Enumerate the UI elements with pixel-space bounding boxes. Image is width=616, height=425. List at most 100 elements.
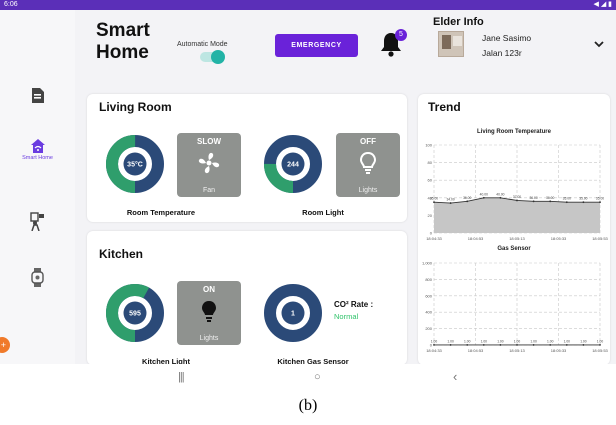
nav-item-label: Smart Home	[22, 155, 53, 161]
data-label: 37.00	[513, 195, 521, 199]
gas-chart-title: Gas Sensor	[497, 246, 531, 252]
x-tick-label: 18:05:33	[551, 236, 567, 241]
fan-tile[interactable]: SLOW Fan	[177, 133, 241, 197]
room-temperature-caption: Room Temperature	[126, 208, 196, 217]
figure-caption: (b)	[298, 397, 318, 414]
person-device-icon	[30, 212, 44, 231]
y-tick-label: 1,000	[422, 261, 433, 266]
page-title-line1: Smart	[96, 20, 150, 41]
gauge-value: 244	[287, 162, 299, 169]
side-nav: Smart Home +	[0, 10, 75, 364]
data-label: 36.00	[546, 196, 554, 200]
x-tick-label: 18:05:53	[592, 348, 608, 353]
gauge-value: 35°C	[127, 161, 143, 169]
home-button[interactable]: ○	[314, 371, 321, 383]
data-label: 1.00	[564, 339, 571, 343]
data-point	[516, 199, 518, 202]
room-light-gauge: 244	[264, 135, 322, 193]
status-icons: ◀ ◢ ▮	[593, 1, 612, 8]
lightbulb-outline-icon	[359, 151, 377, 174]
fan-label: Fan	[202, 187, 216, 194]
kitchen-lights-state: ON	[203, 285, 215, 294]
data-point	[482, 196, 485, 199]
data-label: 1.00	[481, 339, 488, 343]
elder-info-panel[interactable]: Elder Info Jane Sasimo Jalan 123r	[430, 16, 610, 80]
automatic-mode-label: Automatic Mode	[177, 41, 228, 48]
elder-address: Jalan 123r	[482, 48, 522, 58]
automatic-mode-toggle[interactable]	[200, 50, 225, 64]
living-room-lights-label: Lights	[358, 187, 378, 194]
data-point	[466, 200, 469, 203]
room-temperature-gauge: 35°C	[106, 135, 164, 193]
x-tick-label: 18:05:13	[509, 348, 525, 353]
chevron-down-icon[interactable]	[594, 40, 604, 48]
data-label: 40.00	[496, 192, 504, 196]
fan-state: SLOW	[197, 137, 221, 146]
kitchen-title: Kitchen	[99, 247, 144, 261]
data-label: 35.00	[563, 197, 571, 201]
nav-item-wearable[interactable]	[0, 268, 75, 287]
living-room-card: Living Room 35°C SLOW Fan Room Temperatu…	[87, 94, 407, 222]
y-tick-label: 600	[425, 293, 432, 298]
y-tick-label: 800	[425, 277, 432, 282]
elder-name: Jane Sasimo	[482, 33, 532, 43]
data-label: 40.00	[480, 192, 488, 196]
nav-item-elder-device[interactable]	[0, 212, 75, 231]
kitchen-lights-tile[interactable]: ON Lights	[177, 281, 241, 345]
page-title: Smart Home	[96, 20, 176, 64]
y-tick-label: 100	[425, 143, 432, 148]
data-point	[532, 344, 535, 346]
gauge-value: 1	[291, 311, 295, 318]
app-window: Smart Home + Smart Home Automatic Mode E…	[0, 10, 616, 366]
data-label: 1.00	[547, 339, 554, 343]
lightbulb-filled-icon	[202, 301, 216, 322]
data-point	[582, 344, 585, 346]
gauge-value: 595	[129, 311, 141, 318]
data-label: 1.00	[580, 339, 587, 343]
living-room-lights-tile[interactable]: OFF Lights	[336, 133, 400, 197]
data-label: 1.00	[530, 339, 537, 343]
emergency-button[interactable]: EMERGENCY	[275, 34, 358, 57]
data-point	[449, 202, 452, 204]
data-point	[499, 344, 502, 346]
document-icon	[32, 88, 44, 103]
data-point	[549, 200, 552, 203]
data-point	[565, 344, 568, 346]
nav-item-smart-home[interactable]: Smart Home	[0, 138, 75, 161]
data-label: 35.00	[430, 197, 438, 201]
co2-rate-status: Normal	[334, 312, 359, 321]
data-point	[433, 344, 435, 346]
elder-photo	[438, 31, 464, 57]
data-label: 36.00	[463, 196, 471, 200]
nav-item-documents[interactable]	[0, 88, 75, 103]
temperature-chart-title: Living Room Temperature	[477, 129, 551, 135]
smart-home-icon	[30, 139, 45, 153]
data-point	[549, 344, 552, 346]
data-point	[466, 344, 469, 346]
kitchen-light-gauge: 595	[106, 284, 164, 342]
recents-button[interactable]: |||	[178, 371, 185, 383]
data-point	[599, 344, 601, 346]
data-point	[449, 344, 452, 346]
elder-info-title: Elder Info	[433, 16, 484, 28]
back-button[interactable]: ‹	[453, 369, 457, 384]
page-title-line2: Home	[96, 42, 149, 63]
notification-badge: 5	[395, 29, 407, 41]
kitchen-lights-label: Lights	[199, 335, 219, 342]
data-label: 1.00	[447, 339, 454, 343]
series-area	[434, 197, 600, 233]
data-label: 1.00	[431, 339, 438, 343]
y-tick-label: 20	[428, 213, 433, 218]
x-tick-label: 18:04:53	[468, 236, 484, 241]
room-light-caption: Room Light	[302, 208, 344, 217]
y-tick-label: 400	[425, 310, 432, 315]
gas-chart: 02004006008001,00018:04:33 18:04:53 18:05:…	[422, 261, 609, 354]
y-tick-label: 80	[428, 160, 433, 165]
data-point	[516, 344, 518, 346]
x-tick-label: 18:05:13	[509, 236, 525, 241]
data-label: 1.00	[497, 339, 504, 343]
screenshot-frame: 6:06 ◀ ◢ ▮ Smart Home + Smart Home Autom…	[0, 0, 616, 425]
fan-icon	[198, 152, 220, 174]
living-room-lights-state: OFF	[360, 137, 376, 146]
floating-action-button[interactable]: +	[0, 337, 10, 353]
